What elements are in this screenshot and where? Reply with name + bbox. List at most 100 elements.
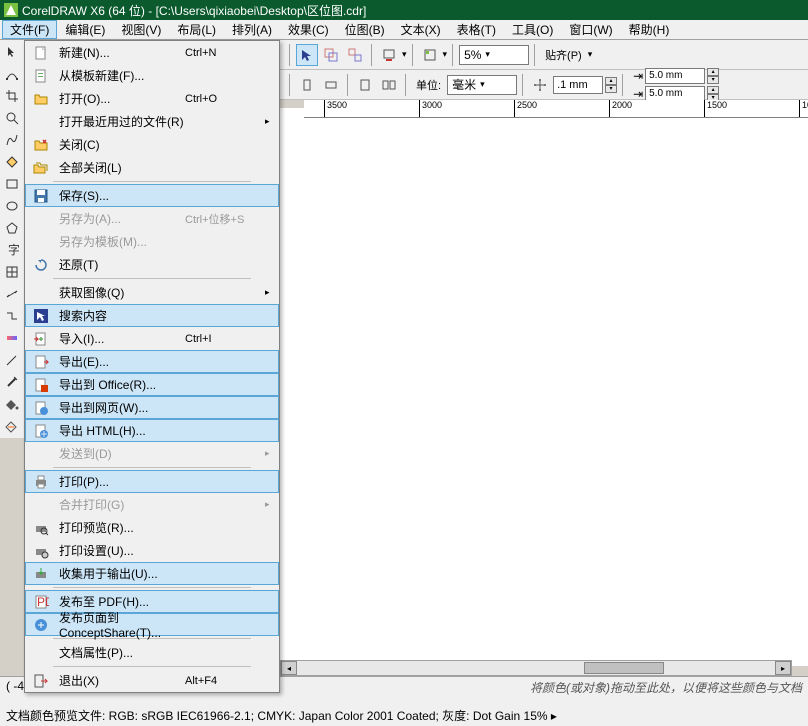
portrait-icon[interactable]	[296, 74, 318, 96]
export-office-icon	[29, 377, 53, 393]
interactive-tool-icon[interactable]	[2, 328, 22, 348]
zoom-dropdown[interactable]: 5%	[459, 45, 529, 65]
nudge-icon	[529, 74, 551, 96]
menu-arrange[interactable]: 排列(A)	[224, 20, 280, 39]
file-menu-item[interactable]: 退出(X)Alt+F4	[25, 669, 279, 692]
export-icon	[29, 354, 53, 370]
menu-help[interactable]: 帮助(H)	[621, 20, 678, 39]
color-profile-status: 文档颜色预览文件: RGB: sRGB IEC61966-2.1; CMYK: …	[6, 707, 802, 724]
rectangle-tool-icon[interactable]	[2, 174, 22, 194]
file-menu-item[interactable]: 从模板新建(F)...	[25, 64, 279, 87]
freehand-tool-icon[interactable]	[2, 130, 22, 150]
file-menu-item[interactable]: 获取图像(Q)▸	[25, 281, 279, 304]
menu-effects[interactable]: 效果(C)	[280, 20, 337, 39]
menu-edit[interactable]: 编辑(E)	[57, 20, 113, 39]
file-menu-item[interactable]: 导入(I)...Ctrl+I	[25, 327, 279, 350]
concept-icon	[29, 617, 53, 633]
menu-item-label: 从模板新建(F)...	[53, 67, 185, 84]
file-menu-item[interactable]: 打印(P)...	[25, 470, 279, 493]
file-menu-dropdown: 新建(N)...Ctrl+N从模板新建(F)...打开(O)...Ctrl+O打…	[24, 40, 280, 693]
page-single-icon[interactable]	[354, 74, 376, 96]
crop-tool-icon[interactable]	[2, 86, 22, 106]
zoom-tool-icon[interactable]	[2, 108, 22, 128]
file-menu-item[interactable]: 导出 HTML(H)...	[25, 419, 279, 442]
file-menu-item: 发送到(D)▸	[25, 442, 279, 465]
smart-fill-icon[interactable]	[2, 152, 22, 172]
table-tool-icon[interactable]	[2, 262, 22, 282]
pick-tool-icon[interactable]	[2, 42, 22, 62]
scrollbar-horizontal[interactable]: ◂ ▸	[280, 660, 792, 676]
eyedropper-tool-icon[interactable]	[2, 350, 22, 370]
shape-tool-icon[interactable]	[2, 64, 22, 84]
ungroup-icon[interactable]	[344, 44, 366, 66]
close-all-icon	[29, 160, 53, 176]
close-icon	[29, 137, 53, 153]
scroll-right-icon[interactable]: ▸	[775, 661, 791, 675]
menu-bitmap[interactable]: 位图(B)	[337, 20, 393, 39]
menu-window[interactable]: 窗口(W)	[561, 20, 620, 39]
scroll-thumb[interactable]	[584, 662, 664, 674]
file-menu-item: 另存为模板(M)...	[25, 230, 279, 253]
file-menu-item[interactable]: 收集用于输出(U)...	[25, 562, 279, 585]
file-menu-item[interactable]: 打开最近用过的文件(R)▸	[25, 110, 279, 133]
exit-icon	[29, 673, 53, 689]
menu-item-shortcut: Ctrl+O	[185, 93, 265, 105]
menu-item-label: 打开(O)...	[53, 90, 185, 107]
menu-item-label: 获取图像(Q)	[53, 284, 185, 301]
scroll-left-icon[interactable]: ◂	[281, 661, 297, 675]
interactive-fill-icon[interactable]	[2, 416, 22, 436]
file-menu-item[interactable]: 导出到网页(W)...	[25, 396, 279, 419]
publish-icon[interactable]	[378, 44, 400, 66]
file-menu-item[interactable]: 导出(E)...	[25, 350, 279, 373]
menu-text[interactable]: 文本(X)	[393, 20, 449, 39]
menu-item-label: 发布页面到 ConceptShare(T)...	[53, 609, 185, 640]
file-menu-item[interactable]: 保存(S)...	[25, 184, 279, 207]
nudge-input[interactable]: ▴▾	[553, 76, 617, 94]
pdf-icon: PDF	[29, 594, 53, 610]
file-menu-item[interactable]: 关闭(C)	[25, 133, 279, 156]
menu-item-label: 关闭(C)	[53, 136, 185, 153]
menu-item-label: 还原(T)	[53, 256, 185, 273]
page-facing-icon[interactable]	[378, 74, 400, 96]
dup-x-icon: ⇥	[633, 69, 643, 83]
polygon-tool-icon[interactable]	[2, 218, 22, 238]
arrow-tool-icon[interactable]	[296, 44, 318, 66]
dimension-tool-icon[interactable]	[2, 284, 22, 304]
text-tool-icon[interactable]: 字	[2, 240, 22, 260]
menu-item-shortcut: Alt+F4	[185, 675, 265, 687]
file-menu-item[interactable]: 新建(N)...Ctrl+N	[25, 41, 279, 64]
file-menu-item[interactable]: 全部关闭(L)	[25, 156, 279, 179]
connector-tool-icon[interactable]	[2, 306, 22, 326]
dup-width-input[interactable]	[645, 68, 705, 84]
menu-tools[interactable]: 工具(O)	[504, 20, 561, 39]
file-menu-item[interactable]: 打开(O)...Ctrl+O	[25, 87, 279, 110]
menu-item-label: 打印(P)...	[53, 473, 185, 490]
menu-table[interactable]: 表格(T)	[449, 20, 504, 39]
file-menu-item[interactable]: 还原(T)	[25, 253, 279, 276]
titlebar-text: CorelDRAW X6 (64 位) - [C:\Users\qixiaobe…	[22, 2, 366, 19]
align-label[interactable]: 贴齐(P)	[545, 47, 582, 63]
unit-label: 单位:	[416, 77, 441, 93]
menu-layout[interactable]: 布局(L)	[169, 20, 224, 39]
save-icon	[29, 188, 53, 204]
file-menu-item[interactable]: 导出到 Office(R)...	[25, 373, 279, 396]
menu-item-label: 导入(I)...	[53, 330, 185, 347]
file-menu-item[interactable]: 搜索内容	[25, 304, 279, 327]
menu-file[interactable]: 文件(F)	[2, 20, 57, 39]
group-icon[interactable]	[320, 44, 342, 66]
unit-dropdown[interactable]: 毫米	[447, 75, 517, 95]
canvas[interactable]	[280, 108, 808, 666]
landscape-icon[interactable]	[320, 74, 342, 96]
menu-item-shortcut: Ctrl+位移+S	[185, 211, 265, 227]
fill-tool-icon[interactable]	[2, 394, 22, 414]
file-menu-item[interactable]: 发布页面到 ConceptShare(T)...	[25, 613, 279, 636]
file-menu-item[interactable]: 打印预览(R)...	[25, 516, 279, 539]
menu-item-label: 另存为模板(M)...	[53, 233, 185, 250]
file-menu-item[interactable]: 打印设置(U)...	[25, 539, 279, 562]
file-menu-item[interactable]: 文档属性(P)...	[25, 641, 279, 664]
launcher-icon[interactable]	[419, 44, 441, 66]
print-icon	[29, 474, 53, 490]
ellipse-tool-icon[interactable]	[2, 196, 22, 216]
outline-tool-icon[interactable]	[2, 372, 22, 392]
menu-view[interactable]: 视图(V)	[113, 20, 169, 39]
